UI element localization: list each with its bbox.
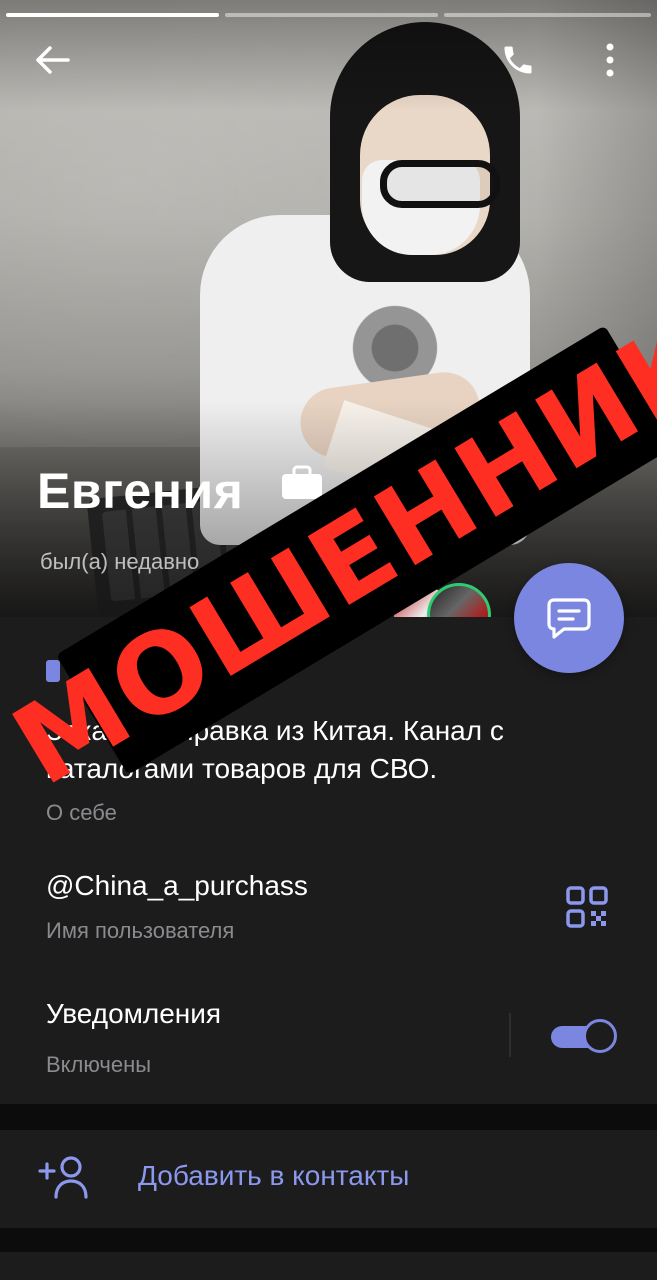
story-progress-2: [225, 13, 438, 17]
add-user-icon[interactable]: [38, 1155, 90, 1199]
profile-name: Евгения: [37, 463, 244, 519]
briefcase-icon: [282, 465, 322, 499]
bio-text: Заказ и отправка из Китая. Канал с катал…: [46, 715, 504, 784]
add-contact-label[interactable]: Добавить в контакты: [138, 1160, 409, 1192]
chat-bubble-icon: [547, 598, 591, 639]
qr-code-icon[interactable]: [565, 885, 609, 929]
row-divider: [509, 1013, 511, 1057]
message-button[interactable]: [514, 563, 624, 673]
bio-label: О себе: [46, 800, 117, 825]
story-progress-3: [444, 13, 651, 17]
username-label: Имя пользователя: [46, 918, 235, 943]
more-vertical-icon: [606, 43, 614, 77]
profile-status: был(а) недавно: [40, 549, 200, 574]
profile-photo[interactable]: [0, 0, 657, 617]
arrow-left-icon: [36, 46, 70, 74]
next-section-row: [0, 1252, 657, 1280]
notifications-toggle[interactable]: [551, 1019, 617, 1053]
phone-icon: [504, 46, 532, 74]
notifications-title[interactable]: Уведомления: [46, 998, 221, 1030]
username-text[interactable]: @China_a_purchass: [46, 870, 308, 902]
story-progress-1: [6, 13, 219, 17]
toggle-knob: [583, 1019, 617, 1053]
accent-marker: [46, 660, 60, 682]
call-button[interactable]: [488, 30, 548, 90]
section-gap: [0, 1104, 657, 1130]
photo-shade: [0, 0, 657, 617]
more-button[interactable]: [580, 30, 640, 90]
section-gap-bottom: [0, 1228, 657, 1252]
notifications-state: Включены: [46, 1052, 152, 1077]
back-button[interactable]: [22, 30, 82, 90]
